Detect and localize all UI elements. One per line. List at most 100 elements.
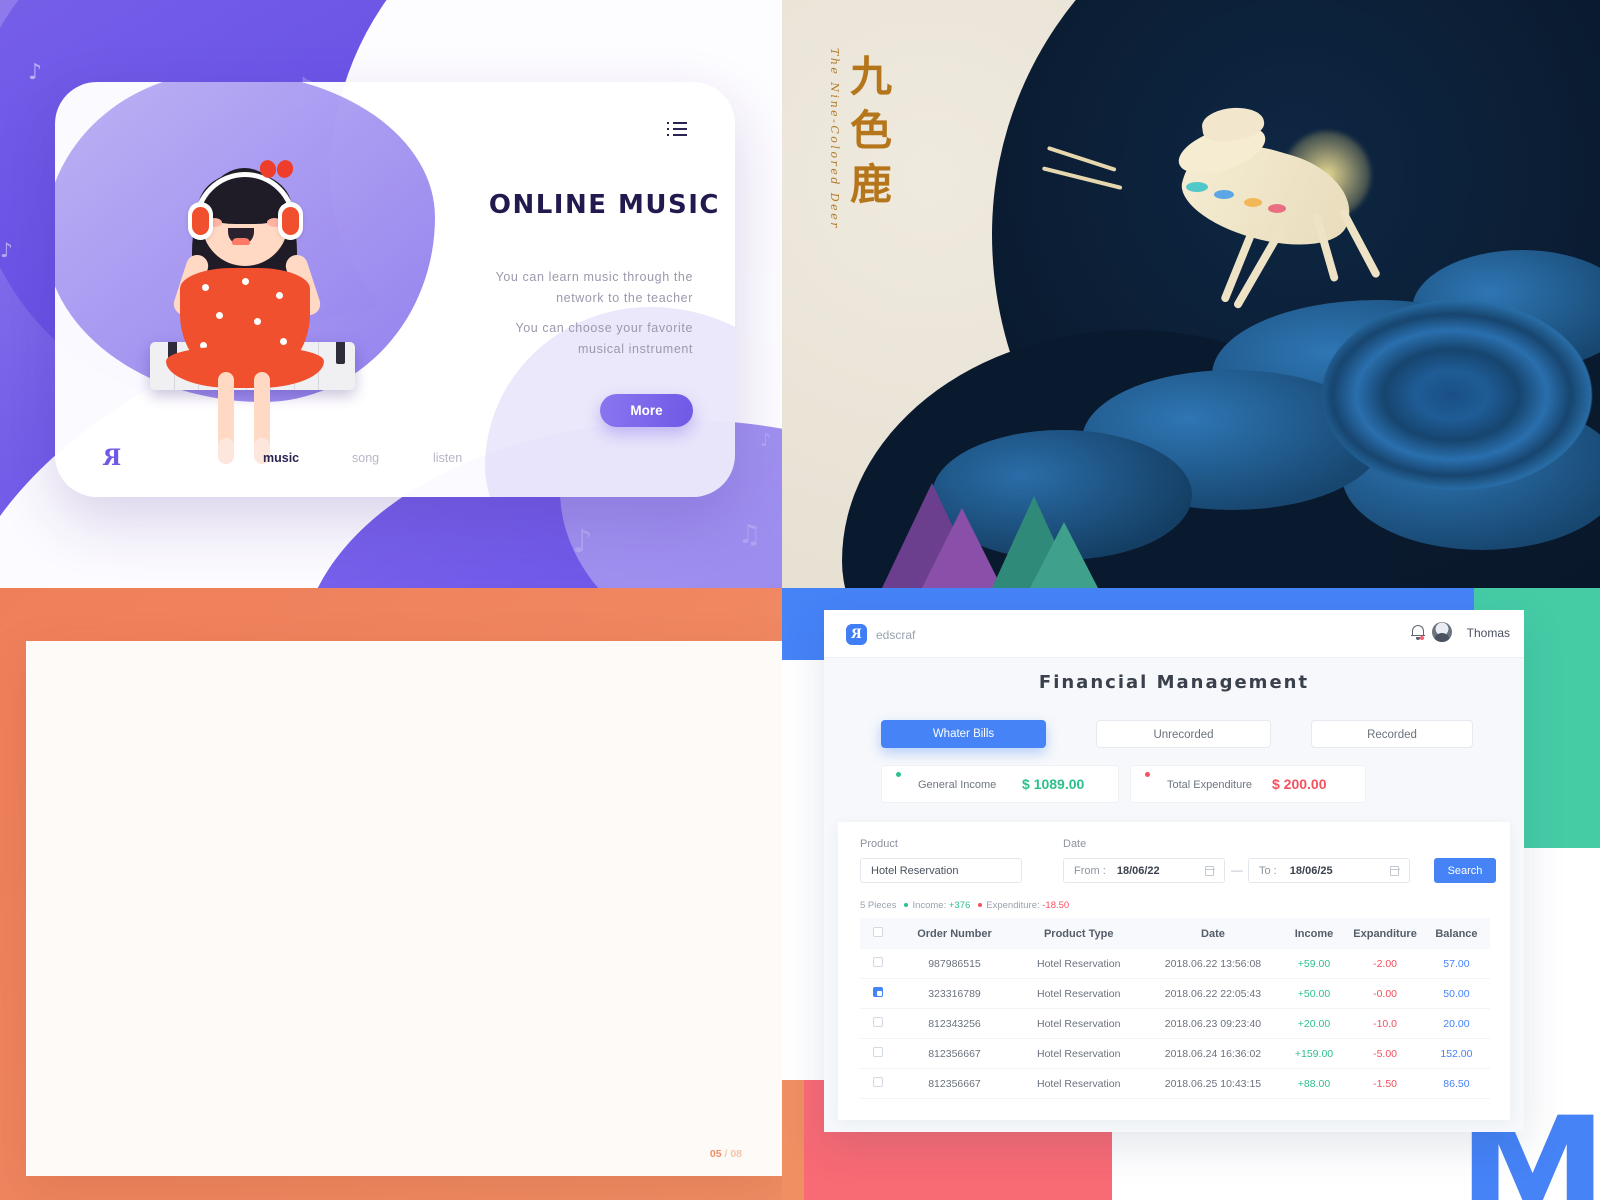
cell-product-type: Hotel Reservation [1012, 978, 1146, 1009]
cell-income: +50.00 [1280, 978, 1348, 1009]
deer-spot [1244, 198, 1262, 207]
col-product-type: Product Type [1012, 918, 1146, 949]
cell-income: +59.00 [1280, 949, 1348, 979]
nine-colored-deer-panel: The Nine-Colored Deer 九色鹿 [782, 0, 1600, 588]
cell-balance: 57.00 [1422, 949, 1490, 979]
stat-value: $ 1089.00 [1022, 776, 1085, 792]
cell-income: +88.00 [1280, 1068, 1348, 1099]
calendar-icon[interactable] [1390, 866, 1400, 876]
brand-logo: R [103, 445, 122, 471]
music-hero-card: ONLINE MUSIC You can learn music through… [55, 82, 735, 497]
cell-date: 2018.06.22 13:56:08 [1145, 949, 1281, 979]
background-block-orange [782, 1080, 804, 1200]
date-from-input[interactable]: From : 18/06/22 [1063, 858, 1225, 883]
music-note-icon: ♪ [760, 430, 772, 451]
cell-balance: 86.50 [1422, 1068, 1490, 1099]
status-dot-red [1145, 772, 1150, 777]
cell-order-number: 812356667 [896, 1038, 1013, 1069]
table-row[interactable]: 812356667 Hotel Reservation 2018.06.24 1… [860, 1038, 1490, 1069]
cell-expanditure: -0.00 [1347, 978, 1423, 1009]
table-header-row: Order Number Product Type Date Income Ex… [860, 918, 1490, 949]
deer-subtitle-english: The Nine-Colored Deer [828, 48, 841, 230]
notification-bell-icon[interactable] [1411, 624, 1425, 640]
hamburger-menu-icon[interactable] [667, 122, 693, 136]
deer-spot [1186, 182, 1208, 192]
tab-whater-bills[interactable]: Whater Bills [881, 720, 1046, 748]
row-checkbox-cell[interactable] [860, 1008, 897, 1039]
cell-order-number: 323316789 [896, 978, 1013, 1009]
records-count: 5 Pieces [860, 900, 897, 911]
row-checkbox-cell[interactable] [860, 949, 897, 979]
dress [166, 268, 324, 388]
row-checkbox-checked[interactable] [873, 987, 884, 997]
select-all-header[interactable] [860, 918, 897, 949]
records-summary: 5 Pieces Income: +376 Expenditure: -18.50 [860, 900, 1069, 911]
cell-balance: 152.00 [1422, 1038, 1490, 1069]
user-name[interactable]: Thomas [1467, 626, 1510, 640]
table-row-selected[interactable]: 323316789 Hotel Reservation 2018.06.22 2… [860, 978, 1490, 1009]
travel-card [26, 641, 782, 1176]
app-logo: R [846, 624, 867, 645]
music-note-icon: ♫ [738, 520, 762, 550]
stat-total-expenditure: Total Expenditure $ 200.00 [1130, 765, 1366, 803]
cell-expanditure: -10.0 [1347, 1008, 1423, 1039]
music-note-icon: ♪ [0, 238, 13, 262]
cell-balance: 20.00 [1422, 1008, 1490, 1039]
cloud-swirl [1322, 300, 1592, 490]
music-note-icon: ♪ [572, 522, 593, 560]
page-current: 05 [709, 1148, 722, 1160]
table-row[interactable]: 987986515 Hotel Reservation 2018.06.22 1… [860, 949, 1490, 979]
row-checkbox[interactable] [873, 1077, 884, 1087]
deer-spot [1214, 190, 1234, 199]
cell-expanditure: -2.00 [1347, 949, 1423, 979]
row-checkbox-cell[interactable] [860, 1068, 897, 1099]
row-checkbox[interactable] [873, 1017, 884, 1027]
records-panel: Product Hotel Reservation Date From : 18… [838, 822, 1510, 1120]
date-range-separator: — [1231, 863, 1243, 877]
more-button[interactable]: More [600, 394, 693, 427]
row-checkbox-cell[interactable] [860, 1038, 897, 1069]
date-to-input[interactable]: To : 18/06/25 [1248, 858, 1410, 883]
page-total: 08 [730, 1148, 742, 1160]
hair-bow-icon [257, 157, 296, 181]
cell-product-type: Hotel Reservation [1012, 1038, 1146, 1069]
nav-item-music[interactable]: music [263, 451, 299, 465]
slide-pagination: 05 / 08 [710, 1148, 742, 1160]
row-checkbox[interactable] [873, 957, 884, 967]
table-row[interactable]: 812343256 Hotel Reservation 2018.06.23 0… [860, 1008, 1490, 1039]
app-brand-name: edscraf [876, 628, 916, 642]
to-label: To : [1259, 865, 1277, 877]
page-title: Financial Management [1038, 672, 1310, 693]
nav-item-listen[interactable]: listen [433, 451, 462, 465]
avatar[interactable] [1432, 622, 1452, 642]
tab-recorded[interactable]: Recorded [1311, 720, 1473, 748]
nav-item-song[interactable]: song [352, 451, 379, 465]
from-label: From : [1074, 865, 1106, 877]
row-checkbox[interactable] [873, 1047, 884, 1057]
headphone-cup-icon [278, 202, 303, 240]
calendar-icon[interactable] [1205, 866, 1215, 876]
cell-order-number: 812356667 [896, 1068, 1013, 1099]
cell-date: 2018.06.23 09:23:40 [1145, 1008, 1281, 1039]
col-date: Date [1145, 918, 1281, 949]
product-input[interactable]: Hotel Reservation [860, 858, 1022, 883]
summary-income-label: Income: [912, 900, 947, 911]
row-checkbox-cell[interactable] [860, 978, 897, 1009]
stat-general-income: General Income $ 1089.00 [881, 765, 1119, 803]
select-all-checkbox[interactable] [873, 927, 884, 937]
dashboard-window: R edscraf Thomas Financial Management Wh… [824, 610, 1524, 1132]
tab-unrecorded[interactable]: Unrecorded [1096, 720, 1271, 748]
music-navbar: R music song listen [55, 443, 735, 479]
table-row[interactable]: 812356667 Hotel Reservation 2018.06.25 1… [860, 1068, 1490, 1099]
mountain-shape [1030, 522, 1098, 588]
cell-date: 2018.06.25 10:43:15 [1145, 1068, 1281, 1099]
cell-date: 2018.06.24 16:36:02 [1145, 1038, 1281, 1069]
page-title: ONLINE MUSIC [488, 190, 720, 220]
hero-paragraph-2: You can choose your favorite musical ins… [515, 321, 693, 356]
to-value: 18/06/25 [1289, 865, 1333, 877]
records-table: Order Number Product Type Date Income Ex… [860, 918, 1490, 1099]
date-filter-label: Date [1063, 838, 1087, 850]
cell-order-number: 812343256 [896, 1008, 1013, 1039]
cell-date: 2018.06.22 22:05:43 [1145, 978, 1281, 1009]
search-button[interactable]: Search [1434, 858, 1496, 883]
